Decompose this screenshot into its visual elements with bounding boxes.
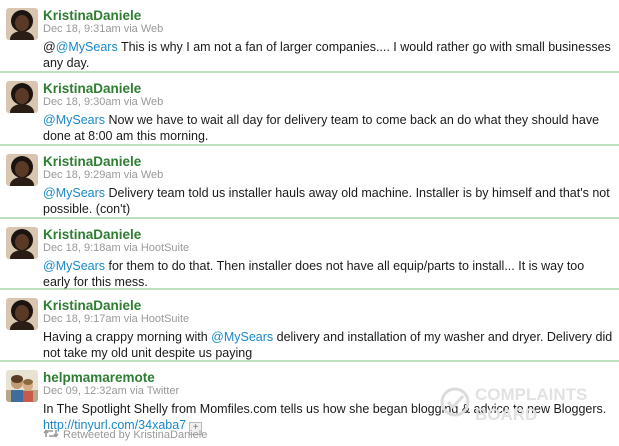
tweet-item: KristinaDaniele Dec 18, 9:29am via Web @… xyxy=(0,146,619,219)
retweet-user-link[interactable]: KristinaDaniele xyxy=(133,429,207,441)
tweet-text: @MySears Now we have to wait all day for… xyxy=(43,112,613,144)
via-label: via xyxy=(123,313,138,325)
timestamp-link[interactable]: Dec 18, 9:31am xyxy=(43,23,121,35)
mention-link[interactable]: @MySears xyxy=(211,330,273,344)
avatar[interactable] xyxy=(6,154,38,186)
text-prefix: Having a crappy morning with xyxy=(43,330,212,344)
source-label: Twitter xyxy=(146,385,180,397)
tweet-meta: Dec 18, 9:29am via Web xyxy=(43,169,613,182)
avatar[interactable] xyxy=(6,298,38,330)
tweet-meta: Dec 09, 12:32am via Twitter xyxy=(43,385,613,398)
tweet-item-retweet: helpmamaremote Dec 09, 12:32am via Twitt… xyxy=(0,362,619,446)
tweet-body: Delivery team told us installer hauls aw… xyxy=(43,186,610,216)
source-label: Web xyxy=(140,169,164,181)
tweet-meta: Dec 18, 9:17am via HootSuite xyxy=(43,313,613,326)
source-label: Web xyxy=(140,23,164,35)
avatar[interactable] xyxy=(6,8,38,40)
retweet-label: Retweeted by xyxy=(63,429,131,441)
timestamp-link[interactable]: Dec 09, 12:32am xyxy=(43,385,127,397)
tweet-item: KristinaDaniele Dec 18, 9:31am via Web @… xyxy=(0,0,619,73)
via-label: via xyxy=(123,96,138,108)
tweet-text: @MySears for them to do that. Then insta… xyxy=(43,258,613,290)
timestamp-link[interactable]: Dec 18, 9:29am xyxy=(43,169,121,181)
tweet-item: KristinaDaniele Dec 18, 9:30am via Web @… xyxy=(0,73,619,146)
username-link[interactable]: KristinaDaniele xyxy=(43,81,613,96)
mention-link[interactable]: @MySears xyxy=(43,259,105,273)
tweet-body: Now we have to wait all day for delivery… xyxy=(43,113,600,143)
tweet-item: KristinaDaniele Dec 18, 9:18am via HootS… xyxy=(0,219,619,290)
mention-link[interactable]: @MySears xyxy=(56,40,118,54)
tweet-body: In The Spotlight Shelly from Momfiles.co… xyxy=(43,402,607,416)
avatar[interactable] xyxy=(6,227,38,259)
via-label: via xyxy=(123,23,138,35)
username-link[interactable]: KristinaDaniele xyxy=(43,298,613,313)
username-link[interactable]: KristinaDaniele xyxy=(43,154,613,169)
timestamp-link[interactable]: Dec 18, 9:18am xyxy=(43,242,121,254)
retweet-icon xyxy=(43,428,59,439)
avatar[interactable] xyxy=(6,81,38,113)
tweet-meta: Dec 18, 9:30am via Web xyxy=(43,96,613,109)
source-label[interactable]: HootSuite xyxy=(141,313,189,325)
tweet-meta: Dec 18, 9:18am via HootSuite xyxy=(43,242,613,255)
tweet-item: KristinaDaniele Dec 18, 9:17am via HootS… xyxy=(0,290,619,362)
username-link[interactable]: helpmamaremote xyxy=(43,370,613,385)
tweet-text: @MySears Delivery team told us installer… xyxy=(43,185,613,217)
tweet-body: for them to do that. Then installer does… xyxy=(43,259,585,289)
tweet-feed: KristinaDaniele Dec 18, 9:31am via Web @… xyxy=(0,0,619,446)
mention-link[interactable]: @MySears xyxy=(43,186,105,200)
source-label: Web xyxy=(140,96,164,108)
mention-link[interactable]: @MySears xyxy=(43,113,105,127)
via-label: via xyxy=(129,385,144,397)
tweet-text: @@MySears This is why I am not a fan of … xyxy=(43,39,613,71)
tweet-body: This is why I am not a fan of larger com… xyxy=(43,40,611,70)
tweet-meta: Dec 18, 9:31am via Web xyxy=(43,23,613,36)
avatar[interactable] xyxy=(6,370,38,402)
timestamp-link[interactable]: Dec 18, 9:30am xyxy=(43,96,121,108)
via-label: via xyxy=(123,242,138,254)
tweet-text: Having a crappy morning with @MySears de… xyxy=(43,329,613,361)
username-link[interactable]: KristinaDaniele xyxy=(43,227,613,242)
text-prefix: @ xyxy=(43,40,56,54)
via-label: via xyxy=(123,169,138,181)
timestamp-link[interactable]: Dec 18, 9:17am xyxy=(43,313,121,325)
retweet-attribution: Retweeted by KristinaDaniele xyxy=(43,428,207,442)
username-link[interactable]: KristinaDaniele xyxy=(43,8,613,23)
source-label[interactable]: HootSuite xyxy=(141,242,189,254)
